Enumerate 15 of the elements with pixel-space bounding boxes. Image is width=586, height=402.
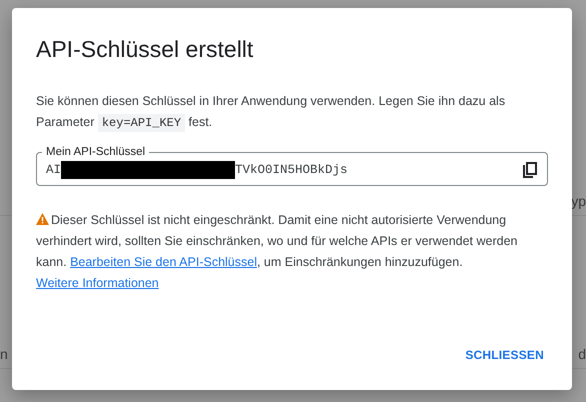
warning-icon: [36, 213, 49, 225]
page-text: n: [0, 345, 8, 364]
warning-text: Dieser Schlüssel ist nicht eingeschränkt. Damit eine nicht autorisierte Verwendung verhindert wird, sollten Sie einschränken, wo und für welche APIs er verwendet werden kann. Bearbeiten Sie den API-Schlüssel, um Einschränkungen hinzuzufügen. Weitere Informationen: [36, 212, 519, 292]
edit-key-link[interactable]: Bearbeiten Sie den API-Schlüssel: [70, 255, 257, 269]
copy-icon: [523, 162, 537, 178]
key-text: TVkO0IN5HOBkDjs: [235, 162, 348, 179]
more-info-link[interactable]: Weitere Informationen: [36, 276, 159, 290]
key-text: AI: [46, 162, 62, 179]
dialog-title: API-Schlüssel erstellt: [36, 35, 254, 64]
copy-button[interactable]: [521, 160, 539, 180]
intro-text: Sie können diesen Schlüssel in Ihrer Anwendung verwenden. Legen Sie ihn dazu als Parameter key=API_KEY fest.: [36, 93, 506, 134]
api-key-field[interactable]: Mein API-Schlüssel AI TVkO0IN5HOBkDjs: [36, 144, 548, 186]
page-text: yp: [571, 192, 586, 211]
close-button[interactable]: SCHLIESSEN: [461, 340, 548, 370]
page-text: d: [578, 345, 586, 364]
